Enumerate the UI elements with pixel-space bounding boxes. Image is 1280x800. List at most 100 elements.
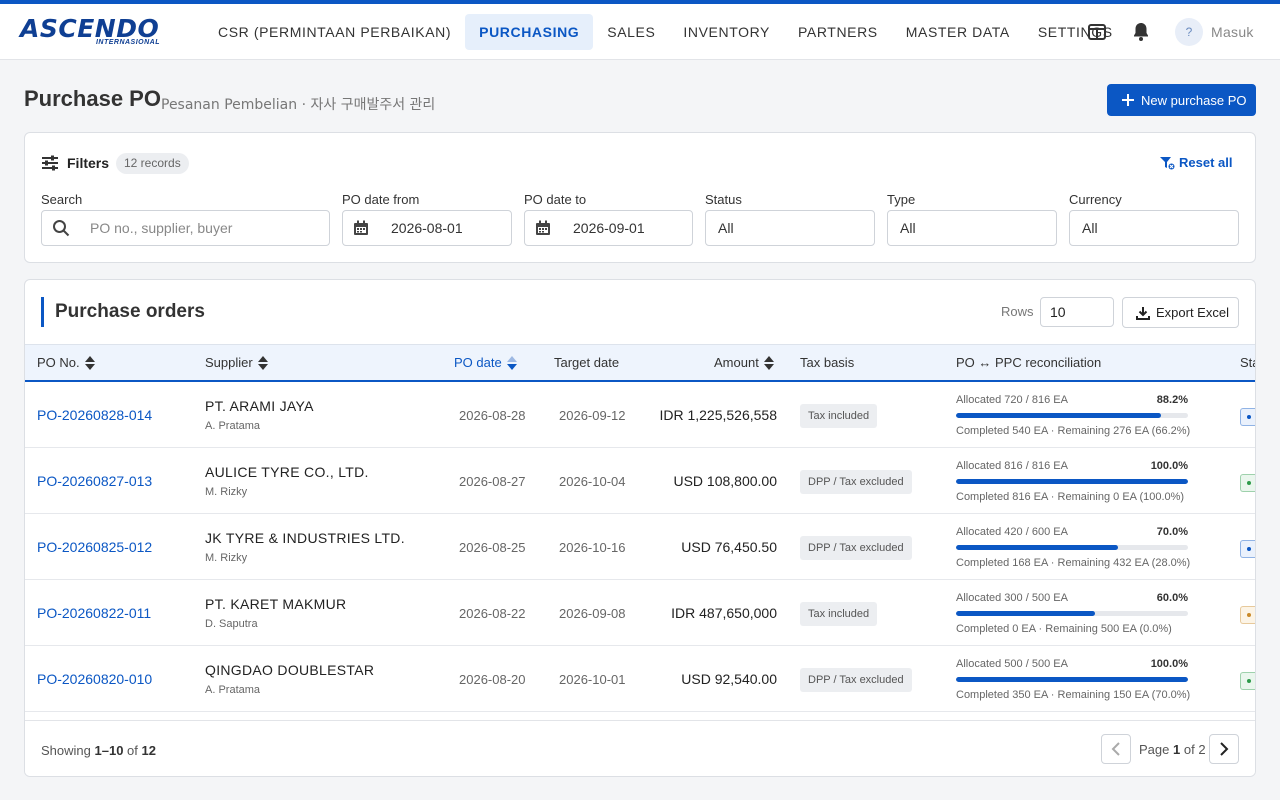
table-row[interactable]: PO-20260822-011 PT. KARET MAKMUR D. Saputr… [25,580,1255,646]
completed-remaining-text: Completed 168 EA · Remaining 432 EA (28.… [956,557,1191,569]
col-status-label: Sta [1240,355,1255,370]
col-supplier[interactable]: Supplier [205,355,268,370]
po-number-link[interactable]: PO-20260825-012 [37,539,152,555]
col-target-date: Target date [554,355,619,370]
nav-item-inventory[interactable]: INVENTORY [669,14,784,50]
buyer-name: D. Saputra [205,618,258,630]
allocated-text: Allocated 420 / 600 EA [956,526,1068,538]
completed-remaining-text: Completed 0 EA · Remaining 500 EA (0.0%) [956,623,1172,635]
allocated-text: Allocated 816 / 816 EA [956,460,1068,472]
page-current: 1 [1173,742,1181,757]
sort-icon [763,355,774,370]
status-dot [1247,415,1251,419]
status-select-value: All [718,220,734,236]
records-badge: 12 records [116,153,189,174]
table-row[interactable]: PO-20260828-014 PT. ARAMI JAYA A. Pratama 2… [25,382,1255,448]
type-select[interactable]: All [887,210,1057,246]
buyer-name: A. Pratama [205,684,261,696]
tax-basis-badge: Tax included [800,404,878,428]
status-dot [1247,547,1251,551]
col-po-date[interactable]: PO date [454,355,517,370]
target-date: 2026-09-12 [559,408,626,423]
status-badge [1240,408,1255,426]
date-from-field[interactable]: 2026-08-01 [342,210,512,246]
sort-icon [257,355,268,370]
layout-icon[interactable] [1085,20,1109,44]
rows-per-page-input[interactable]: 10 [1040,297,1114,327]
currency-label: Currency [1069,192,1122,207]
col-reconciliation-label: PO ↔ PPC reconciliation [956,355,1102,370]
avatar[interactable]: ? [1175,18,1203,46]
login-link[interactable]: Masuk [1211,24,1254,40]
allocated-percent: 100.0% [1150,658,1188,670]
nav-item-purchasing[interactable]: PURCHASING [465,14,594,50]
search-field[interactable]: PO no., supplier, buyer [41,210,330,246]
allocation-progress-fill [956,545,1119,550]
buyer-name: M. Rizky [205,552,248,564]
table-row[interactable]: PO-20260825-012 JK TYRE & INDUSTRIES LTD.… [25,514,1255,580]
col-amount[interactable]: Amount [714,355,774,370]
po-number-link[interactable]: PO-20260822-011 [37,605,151,621]
prev-page-button[interactable] [1101,734,1131,764]
export-excel-button[interactable]: Export Excel [1122,297,1239,328]
nav-item-settings[interactable]: SETTINGS [1024,14,1127,50]
page-total: 2 [1198,742,1206,757]
po-number-link[interactable]: PO-20260827-013 [37,473,152,489]
col-po-no-label: PO No. [37,355,80,370]
date-to-field[interactable]: 2026-09-01 [524,210,693,246]
po-number-link[interactable]: PO-20260828-014 [37,407,152,423]
status-badge [1240,540,1255,558]
supplier-name: PT. KARET MAKMUR [205,596,347,612]
next-page-button[interactable] [1209,734,1239,764]
calendar-icon [536,220,550,235]
allocation-progress-bar [956,413,1188,418]
bell-icon[interactable] [1129,20,1153,44]
showing-prefix: Showing [41,743,91,758]
target-date: 2026-10-04 [559,474,626,489]
ascendo-logo[interactable]: ASCENDO INTERNASIONAL [20,16,162,48]
type-select-value: All [900,220,916,236]
status-dot [1247,481,1251,485]
showing-count: Showing 1–10 of 12 [41,743,156,758]
allocation-progress-fill [956,677,1188,682]
target-date: 2026-10-01 [559,672,626,687]
supplier-name: AULICE TYRE CO., LTD. [205,464,369,480]
table-row[interactable]: PO-20260820-010 QINGDAO DOUBLESTAR A. Prat… [25,646,1255,712]
amount: USD 108,800.00 [673,473,777,489]
status-select[interactable]: All [705,210,875,246]
currency-select-value: All [1082,220,1098,236]
search-input[interactable]: PO no., supplier, buyer [90,220,232,236]
sort-desc-icon [506,355,517,370]
nav-item-partners[interactable]: PARTNERS [784,14,892,50]
status-dot [1247,679,1251,683]
po-date: 2026-08-20 [459,672,526,687]
page-of: of [1183,742,1195,757]
col-po-no[interactable]: PO No. [37,355,95,370]
chevron-right-icon [1220,742,1229,756]
amount: USD 92,540.00 [681,671,777,687]
target-date: 2026-10-16 [559,540,626,555]
currency-select[interactable]: All [1069,210,1239,246]
col-supplier-label: Supplier [205,355,253,370]
po-date: 2026-08-28 [459,408,526,423]
allocated-percent: 88.2% [1156,394,1188,406]
reset-all-button[interactable]: Reset all [1159,155,1232,170]
table-row[interactable]: PO-20260827-013 AULICE TYRE CO., LTD. M. R… [25,448,1255,514]
nav-item-sales[interactable]: SALES [593,14,669,50]
buyer-name: M. Rizky [205,486,248,498]
app-header: ASCENDO INTERNASIONAL CSR (PERMINTAAN PE… [0,4,1280,60]
allocation-progress-bar [956,545,1188,550]
status-label: Status [705,192,742,207]
allocation-progress-fill [956,479,1188,484]
nav-item-csr-permintaan-perbaikan[interactable]: CSR (PERMINTAAN PERBAIKAN) [204,14,465,50]
po-number-link[interactable]: PO-20260820-010 [37,671,152,687]
search-label: Search [41,192,83,207]
new-purchase-po-button[interactable]: New purchase PO [1107,84,1256,116]
nav-item-master-data[interactable]: MASTER DATA [892,14,1024,50]
allocated-percent: 100.0% [1150,460,1188,472]
logo-subtext: INTERNASIONAL [95,39,160,46]
tax-basis-badge: DPP / Tax excluded [800,470,912,494]
supplier-name: PT. ARAMI JAYA [205,398,314,414]
completed-remaining-text: Completed 540 EA · Remaining 276 EA (66.… [956,425,1191,437]
col-target-date-label: Target date [554,355,620,370]
